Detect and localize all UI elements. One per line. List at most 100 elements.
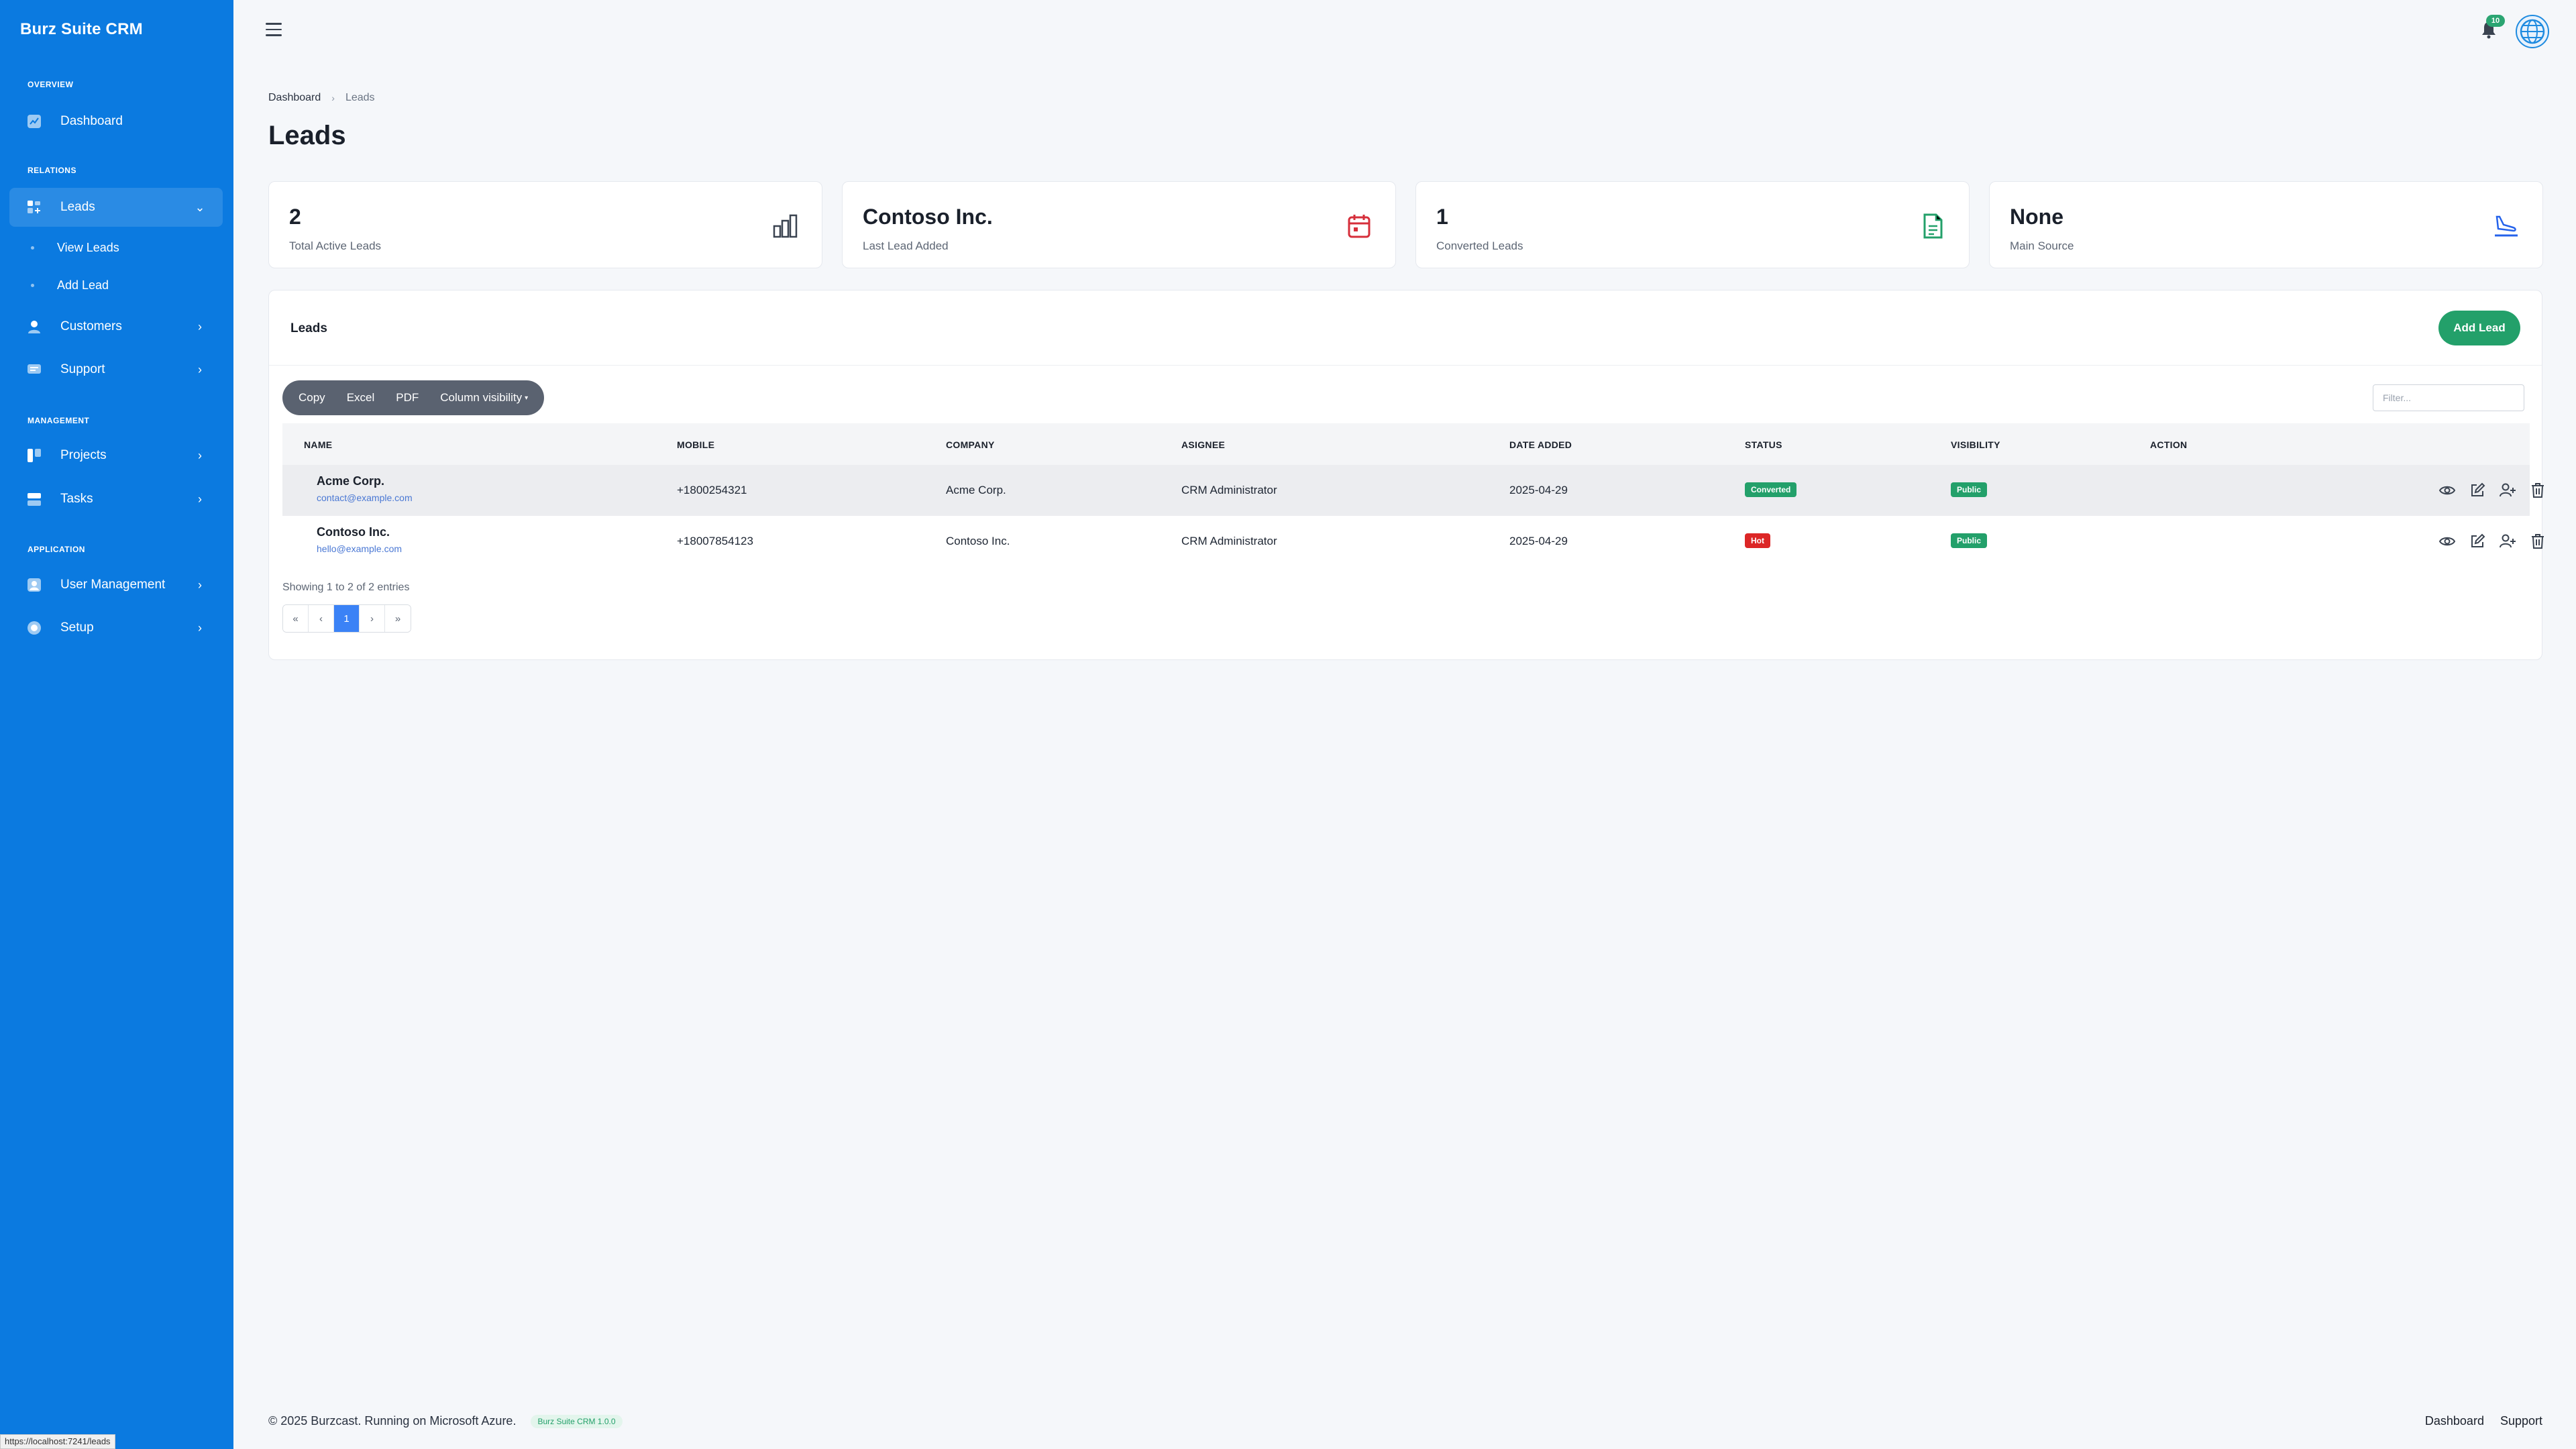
column-header-visibility[interactable]: VISIBILITY xyxy=(1951,439,2000,450)
breadcrumb-current: Leads xyxy=(345,92,375,103)
delete-icon[interactable] xyxy=(2528,481,2547,500)
column-header-assignee[interactable]: ASIGNEE xyxy=(1181,439,1225,450)
section-management: MANAGEMENT xyxy=(28,416,90,425)
sidebar-item-setup[interactable]: Setup › xyxy=(9,608,223,647)
panel-title: Leads xyxy=(290,321,327,335)
lead-name[interactable]: Acme Corp. xyxy=(317,474,413,488)
table-info: Showing 1 to 2 of 2 entries xyxy=(282,582,410,593)
sidebar-item-label: Setup xyxy=(60,621,94,635)
footer-link-dashboard[interactable]: Dashboard xyxy=(2425,1414,2484,1428)
footer-link-support[interactable]: Support xyxy=(2500,1414,2542,1428)
sidebar-item-tasks[interactable]: Tasks › xyxy=(9,480,223,519)
sidebar-subitem-add-lead[interactable]: Add Lead xyxy=(31,278,109,292)
lead-email[interactable]: hello@example.com xyxy=(317,543,402,554)
assign-user-icon[interactable] xyxy=(2498,481,2517,500)
avatar[interactable] xyxy=(2516,15,2549,48)
notification-badge: 10 xyxy=(2486,15,2505,27)
lead-name-cell: Acme Corp. contact@example.com xyxy=(317,474,413,503)
excel-button[interactable]: Excel xyxy=(336,380,386,415)
stat-value: 2 xyxy=(289,205,301,229)
column-header-name[interactable]: NAME xyxy=(304,439,332,450)
lead-name-cell: Contoso Inc. hello@example.com xyxy=(317,525,402,554)
stat-value: Contoso Inc. xyxy=(863,205,993,229)
grid-icon xyxy=(27,200,42,215)
sidebar-item-user-management[interactable]: User Management › xyxy=(9,566,223,604)
filter-input[interactable]: Filter... xyxy=(2373,384,2524,411)
next-page-button[interactable]: › xyxy=(360,605,385,632)
page-button-current[interactable]: 1 xyxy=(334,605,360,632)
leads-panel: Leads Add Lead Copy Excel PDF Column vis… xyxy=(268,290,2544,660)
copy-button[interactable]: Copy xyxy=(288,380,336,415)
chat-icon xyxy=(27,362,42,377)
column-header-date[interactable]: DATE ADDED xyxy=(1509,439,1572,450)
first-page-button[interactable]: « xyxy=(283,605,309,632)
mobile-cell: +18007854123 xyxy=(677,535,753,547)
section-relations: RELATIONS xyxy=(28,166,76,175)
edit-icon[interactable] xyxy=(2468,481,2487,500)
bar-chart-icon xyxy=(772,213,799,239)
footer-links: Dashboard Support xyxy=(2409,1414,2542,1428)
column-header-status[interactable]: STATUS xyxy=(1745,439,1782,450)
lead-email[interactable]: contact@example.com xyxy=(317,492,413,503)
table-row[interactable]: Acme Corp. contact@example.com +18002543… xyxy=(282,465,2544,516)
dashboard-icon xyxy=(27,114,42,129)
brand-logo[interactable]: Burz Suite CRM xyxy=(20,20,143,39)
stat-card-converted-leads: 1 Converted Leads xyxy=(1415,181,1970,268)
row-actions xyxy=(2438,532,2559,551)
stat-label: Total Active Leads xyxy=(289,239,382,252)
status-badge: Hot xyxy=(1745,533,1770,548)
stat-card-active-leads: 2 Total Active Leads xyxy=(268,181,822,268)
footer: © 2025 Burzcast. Running on Microsoft Az… xyxy=(268,1414,623,1428)
company-cell: Contoso Inc. xyxy=(946,535,1010,547)
mobile-cell: +1800254321 xyxy=(677,484,747,496)
company-cell: Acme Corp. xyxy=(946,484,1006,496)
column-header-action: ACTION xyxy=(2150,439,2188,450)
stat-value: 1 xyxy=(1436,205,1448,229)
add-lead-button[interactable]: Add Lead xyxy=(2438,311,2520,345)
view-icon[interactable] xyxy=(2438,481,2457,500)
sidebar-item-customers[interactable]: Customers › xyxy=(9,307,223,346)
last-page-button[interactable]: » xyxy=(385,605,411,632)
assignee-cell: CRM Administrator xyxy=(1181,484,1277,496)
status-badge: Converted xyxy=(1745,482,1797,497)
chevron-down-icon: ⌄ xyxy=(195,200,205,214)
sidebar-item-label: User Management xyxy=(60,578,166,592)
menu-toggle-icon[interactable] xyxy=(266,23,282,38)
chevron-right-icon: › xyxy=(331,93,335,103)
pdf-button[interactable]: PDF xyxy=(385,380,429,415)
chevron-right-icon: › xyxy=(198,362,202,376)
document-icon xyxy=(1919,213,1946,239)
sidebar-item-label: Support xyxy=(60,362,105,376)
assign-user-icon[interactable] xyxy=(2498,532,2517,551)
lead-name[interactable]: Contoso Inc. xyxy=(317,525,402,539)
sidebar-item-label: Projects xyxy=(60,448,107,462)
breadcrumb-dashboard-link[interactable]: Dashboard xyxy=(268,92,321,104)
version-badge: Burz Suite CRM 1.0.0 xyxy=(531,1414,623,1428)
sidebar-subitem-view-leads[interactable]: View Leads xyxy=(31,241,119,255)
view-icon[interactable] xyxy=(2438,532,2457,551)
previous-page-button[interactable]: ‹ xyxy=(309,605,334,632)
stat-label: Main Source xyxy=(2010,239,2074,252)
date-cell: 2025-04-29 xyxy=(1509,484,1568,496)
sidebar-item-support[interactable]: Support › xyxy=(9,350,223,389)
sidebar-item-projects[interactable]: Projects › xyxy=(9,436,223,475)
table-row[interactable]: Contoso Inc. hello@example.com +18007854… xyxy=(282,516,2544,567)
visibility-badge: Public xyxy=(1951,482,1988,497)
column-header-mobile[interactable]: MOBILE xyxy=(677,439,714,450)
column-visibility-label: Column visibility xyxy=(440,391,523,404)
delete-icon[interactable] xyxy=(2528,532,2547,551)
tasks-icon xyxy=(27,492,42,506)
sidebar-item-leads[interactable]: Leads ⌄ xyxy=(9,188,223,227)
sidebar-item-dashboard[interactable]: Dashboard xyxy=(9,102,223,141)
chevron-right-icon: › xyxy=(198,578,202,592)
sidebar-item-label: Leads xyxy=(60,200,95,214)
bullet-icon xyxy=(31,246,34,250)
assignee-cell: CRM Administrator xyxy=(1181,535,1277,547)
column-visibility-button[interactable]: Column visibility ▾ xyxy=(429,380,539,415)
sidebar-item-label: Tasks xyxy=(60,492,93,506)
edit-icon[interactable] xyxy=(2468,532,2487,551)
column-header-company[interactable]: COMPANY xyxy=(946,439,995,450)
row-actions xyxy=(2438,481,2559,500)
sidebar-subitem-label: View Leads xyxy=(57,241,119,254)
sidebar: Burz Suite CRM OVERVIEW Dashboard RELATI… xyxy=(0,0,233,1449)
